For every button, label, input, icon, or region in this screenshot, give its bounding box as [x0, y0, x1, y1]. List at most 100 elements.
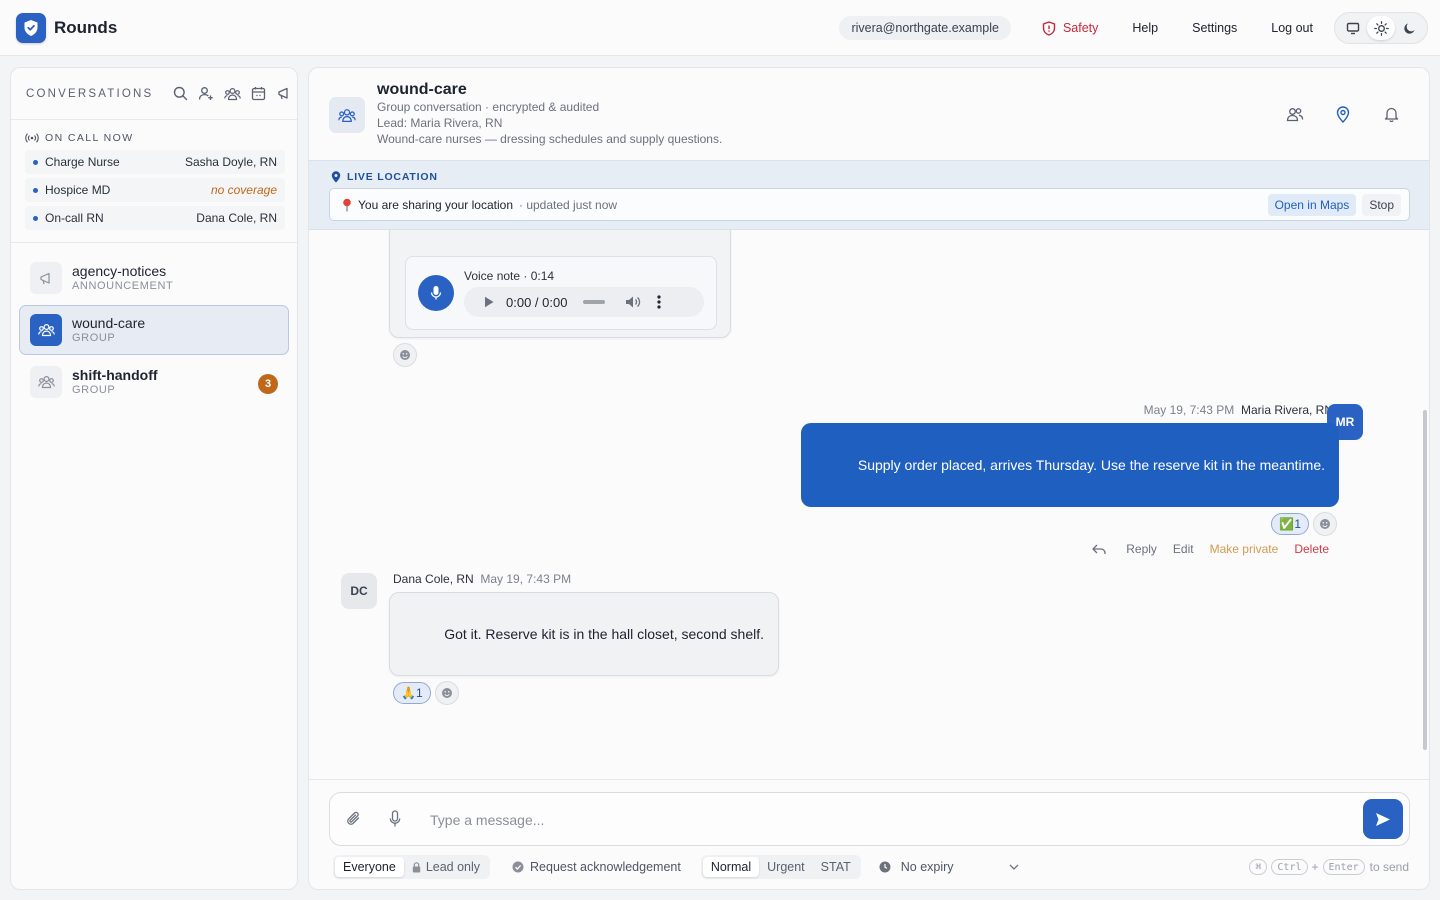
- sidebar-title: CONVERSATIONS: [26, 87, 154, 100]
- members-button[interactable]: [1271, 102, 1319, 126]
- reaction-emoji: 🙏: [401, 686, 416, 700]
- settings-link[interactable]: Settings: [1192, 21, 1237, 35]
- new-group-icon[interactable]: [219, 79, 245, 109]
- more-options-icon[interactable]: [657, 295, 662, 309]
- notifications-button[interactable]: [1367, 102, 1415, 126]
- map-pin-icon: [1336, 105, 1350, 123]
- priority-normal[interactable]: Normal: [702, 857, 760, 877]
- composer: Everyone Lead only Request acknowledgeme…: [309, 779, 1429, 889]
- reaction-count: 1: [415, 686, 423, 700]
- ack-label: Request acknowledgement: [530, 860, 681, 874]
- request-acknowledgement-toggle[interactable]: Request acknowledgement: [512, 860, 681, 874]
- on-call-row[interactable]: On-call RN Dana Cole, RN: [25, 206, 285, 230]
- live-location-title: LIVE LOCATION: [347, 171, 438, 183]
- incoming-message-bubble[interactable]: Got it. Reserve kit is in the hall close…: [389, 592, 779, 676]
- message-input[interactable]: [430, 809, 1330, 831]
- add-reaction-icon[interactable]: [393, 343, 417, 367]
- add-reaction-icon[interactable]: [434, 681, 459, 705]
- live-location-banner: LIVE LOCATION You are sharing your locat…: [309, 160, 1429, 230]
- group-icon: [30, 366, 62, 398]
- scrollbar[interactable]: [1423, 410, 1427, 750]
- moon-icon: [1403, 23, 1414, 34]
- send-button[interactable]: [1363, 799, 1403, 839]
- audience-everyone[interactable]: Everyone: [335, 857, 404, 877]
- shield-logo-icon: [16, 13, 46, 43]
- make-private-button[interactable]: Make private: [1210, 542, 1279, 556]
- microphone-icon[interactable]: [389, 810, 401, 828]
- play-icon[interactable]: [484, 296, 494, 308]
- voice-note-label: Voice note · 0:14: [464, 269, 555, 283]
- outgoing-message-bubble[interactable]: Supply order placed, arrives Thursday. U…: [801, 423, 1339, 507]
- on-call-row[interactable]: Charge Nurse Sasha Doyle, RN: [25, 150, 285, 174]
- kbd-plus: +: [1311, 860, 1319, 874]
- safety-link[interactable]: Safety: [1042, 20, 1098, 36]
- delete-button[interactable]: Delete: [1294, 542, 1329, 556]
- audio-progress[interactable]: [583, 300, 606, 304]
- brand[interactable]: Rounds: [16, 13, 117, 43]
- reply-button[interactable]: Reply: [1092, 542, 1157, 556]
- lock-icon: [412, 861, 421, 872]
- reaction-chip[interactable]: 🙏 1: [393, 682, 431, 704]
- message-actions: Reply Edit Make private Delete: [1076, 542, 1329, 556]
- expiry-select[interactable]: No expiry: [879, 860, 1019, 874]
- conversation-panel: wound-care Group conversation · encrypte…: [308, 67, 1430, 890]
- kbd-mod: ⌘: [1249, 859, 1268, 875]
- live-location-bar: You are sharing your location · updated …: [329, 188, 1410, 221]
- share-location-button[interactable]: [1319, 102, 1367, 126]
- conversation-type: ANNOUNCEMENT: [72, 279, 174, 292]
- audio-time: 0:00 / 0:00: [506, 294, 568, 310]
- search-icon[interactable]: [167, 79, 193, 109]
- add-reaction-icon[interactable]: [1313, 512, 1337, 536]
- volume-icon[interactable]: [625, 295, 641, 309]
- theme-dark-button[interactable]: [1395, 16, 1423, 40]
- conversation-item-agency-notices[interactable]: agency-notices ANNOUNCEMENT: [19, 253, 289, 303]
- paperclip-icon[interactable]: [346, 810, 362, 828]
- channel-description: Wound-care nurses — dressing schedules a…: [377, 132, 723, 146]
- priority-urgent[interactable]: Urgent: [759, 857, 813, 877]
- on-call-role: On-call RN: [45, 211, 104, 225]
- message-meta: May 19, 7:43 PM Maria Rivera, RN: [1144, 403, 1333, 417]
- kbd-ctrl: Ctrl: [1271, 859, 1308, 875]
- group-icon: [30, 314, 62, 346]
- announcement-icon[interactable]: [271, 79, 297, 109]
- live-location-text: You are sharing your location: [358, 197, 513, 212]
- channel-title: wound-care: [377, 81, 467, 98]
- sidebar: CONVERSATIONS ON CALL NOW Charge Nurse S…: [10, 67, 298, 890]
- live-location-updated: · updated just now: [519, 197, 618, 212]
- top-bar: Rounds rivera@northgate.example Safety H…: [0, 0, 1440, 56]
- channel-subtitle: Group conversation · encrypted & audited: [377, 100, 600, 114]
- sun-icon: [1373, 20, 1389, 36]
- reply-label: Reply: [1126, 542, 1157, 556]
- edit-button[interactable]: Edit: [1173, 542, 1194, 556]
- conversation-item-wound-care[interactable]: wound-care GROUP: [19, 305, 289, 355]
- new-direct-message-icon[interactable]: [193, 79, 219, 109]
- help-link[interactable]: Help: [1132, 21, 1158, 35]
- audience-selector: Everyone Lead only: [333, 855, 491, 879]
- kbd-suffix: to send: [1369, 860, 1409, 874]
- calendar-icon[interactable]: [245, 79, 271, 109]
- shield-alert-icon: [1042, 20, 1056, 36]
- theme-light-button[interactable]: [1367, 16, 1395, 40]
- message-text: Supply order placed, arrives Thursday. U…: [857, 457, 1325, 473]
- open-in-maps-button[interactable]: Open in Maps: [1267, 194, 1357, 216]
- conversation-type: GROUP: [72, 331, 116, 344]
- conversation-name: agency-notices: [72, 262, 167, 279]
- audio-player: 0:00 / 0:00: [464, 287, 704, 317]
- stop-sharing-button[interactable]: Stop: [1362, 194, 1401, 216]
- audience-lead-only[interactable]: Lead only: [404, 857, 488, 877]
- channel-lead: Lead: Maria Rivera, RN: [377, 116, 503, 130]
- reaction-chip[interactable]: ✅ 1: [1271, 513, 1309, 535]
- on-call-title: ON CALL NOW: [45, 132, 134, 144]
- on-call-row[interactable]: Hospice MD no coverage: [25, 178, 285, 202]
- priority-stat[interactable]: STAT: [813, 857, 859, 877]
- reaction-count: 1: [1294, 517, 1301, 531]
- conversation-name: wound-care: [72, 314, 146, 331]
- theme-switcher: [1334, 12, 1428, 44]
- message-text: Got it. Reserve kit is in the hall close…: [444, 626, 764, 642]
- on-call-name: Sasha Doyle, RN: [184, 155, 277, 169]
- voice-note: Voice note · 0:14 0:00 / 0:00: [405, 256, 717, 330]
- conversation-item-shift-handoff[interactable]: shift-handoff GROUP 3: [19, 357, 289, 407]
- theme-system-button[interactable]: [1339, 16, 1367, 40]
- voice-message-bubble: Voice note · 0:14 0:00 / 0:00: [389, 230, 731, 338]
- logout-link[interactable]: Log out: [1271, 21, 1313, 35]
